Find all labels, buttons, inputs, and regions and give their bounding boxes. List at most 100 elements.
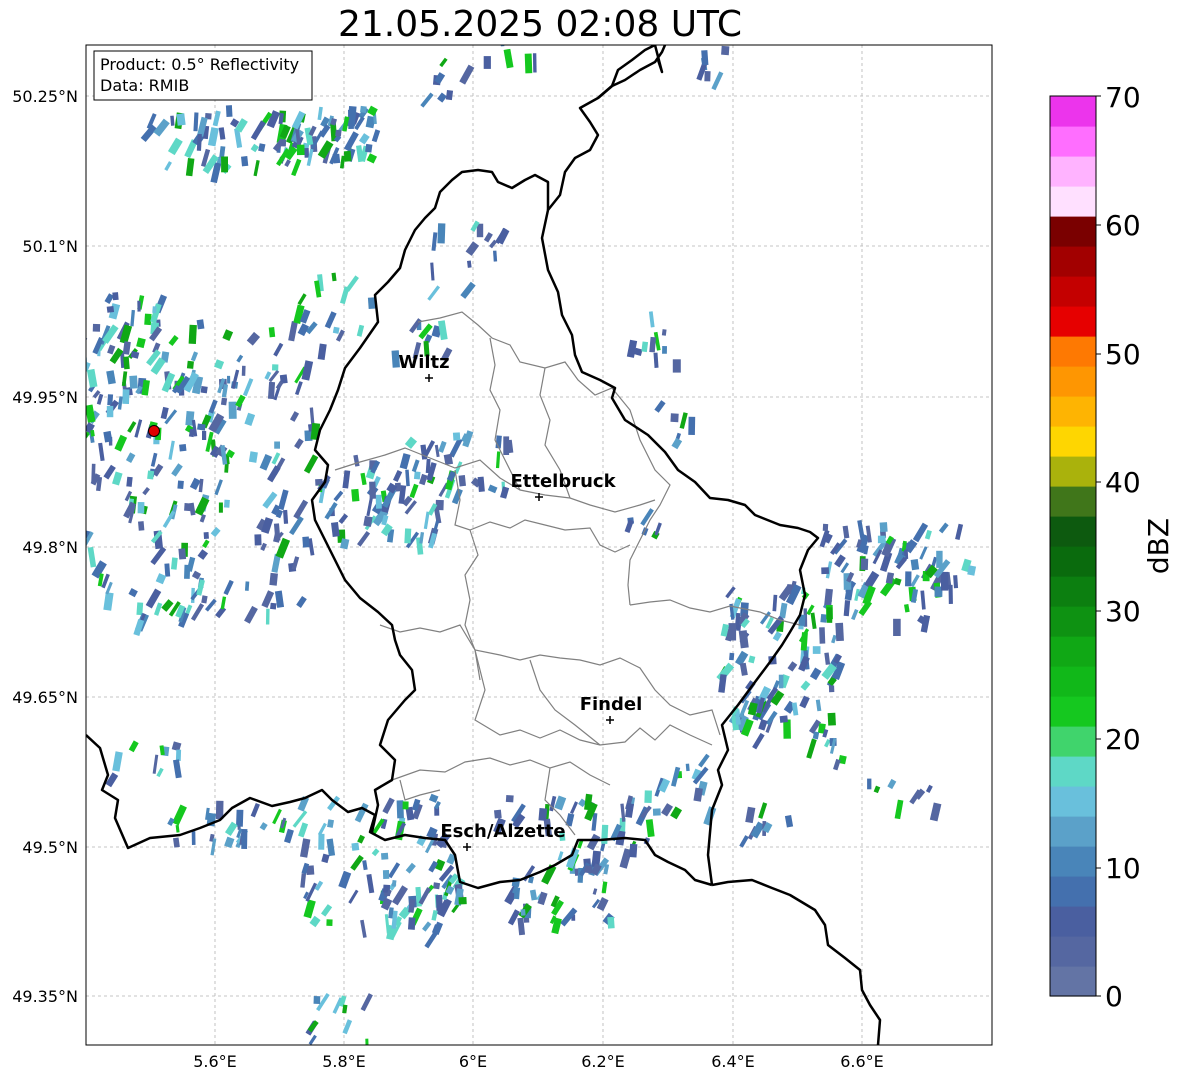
echo-cell (289, 516, 304, 536)
x-tick-label: 6.2°E (581, 1052, 625, 1071)
echo-cell (752, 732, 765, 750)
echo-cell (828, 685, 835, 693)
echo-cell (173, 837, 180, 848)
echo-cell (925, 784, 933, 794)
echo-cell (365, 1038, 369, 1045)
echo-cell (371, 129, 381, 143)
echo-cell (601, 881, 608, 894)
echo-cell (758, 802, 768, 819)
echo-cell (147, 470, 155, 480)
echo-cell (59, 564, 67, 578)
echo-cell (338, 513, 349, 525)
echo-cell (142, 487, 150, 496)
echo-cell (324, 311, 337, 329)
echo-cell (86, 404, 96, 423)
echo-cell (223, 499, 230, 508)
echo-cell (296, 596, 307, 608)
echo-cell (388, 862, 401, 879)
echo-cell (69, 337, 79, 353)
echo-cell (68, 411, 78, 422)
city-marker-findel[interactable]: Findel (580, 694, 643, 724)
echo-cell (893, 577, 902, 586)
echo-cell (112, 292, 119, 301)
echo-cell (905, 571, 912, 587)
echo-cell (106, 305, 115, 313)
city-label-ettelbruck: Ettelbruck (510, 471, 616, 492)
echo-cell (317, 106, 323, 121)
echo-cell (437, 223, 446, 244)
y-tick-label: 49.8°N (22, 538, 78, 557)
echo-cell (345, 275, 359, 292)
echo-cell (68, 510, 77, 527)
echo-cell (894, 799, 904, 820)
reflectivity-echoes (57, 45, 977, 1045)
echo-cell (873, 785, 881, 794)
echo-cell (269, 572, 278, 586)
echo-cell (130, 309, 135, 327)
radar-map[interactable]: Wiltz Ettelbruck Findel Esch/Alzette Pro… (0, 0, 1184, 1081)
echo-cell (219, 146, 226, 158)
city-marker-esch-alzette[interactable]: Esch/Alzette (440, 821, 566, 851)
echo-cell (199, 514, 206, 523)
echo-cell (106, 370, 116, 385)
echo-cell (430, 262, 435, 281)
echo-cell (270, 602, 277, 610)
y-tick-label: 49.35°N (12, 987, 78, 1006)
echo-cell (197, 423, 206, 431)
echo-cell (268, 369, 280, 383)
echo-cell (268, 327, 276, 338)
echo-cell (806, 738, 817, 759)
echo-cell (57, 332, 65, 344)
echo-cell (348, 889, 359, 904)
echo-cell (570, 801, 579, 815)
echo-cell (460, 281, 476, 299)
echo-cell (477, 476, 485, 492)
echo-cell (779, 715, 788, 723)
echo-cell (191, 831, 196, 845)
echo-cell (220, 596, 227, 610)
echo-cell (63, 353, 72, 364)
x-tick-label: 6.4°E (711, 1052, 755, 1071)
echo-cell (173, 759, 182, 779)
echo-cell (123, 356, 130, 370)
echo-cell (296, 144, 305, 156)
echo-cell (799, 695, 810, 709)
echo-cell (629, 843, 638, 858)
echo-cell (721, 45, 730, 56)
echo-cell (214, 359, 225, 370)
echo-cell (641, 341, 649, 353)
echo-cell (831, 634, 837, 644)
echo-cell (679, 412, 688, 429)
city-marker-wiltz[interactable]: Wiltz (398, 352, 450, 382)
echo-cell (439, 57, 448, 68)
echo-cell (125, 452, 136, 463)
echo-cell (274, 441, 280, 449)
echo-cell (214, 479, 223, 496)
echo-cell (175, 824, 180, 833)
echo-cell (938, 522, 949, 534)
echo-cell (81, 393, 85, 404)
echo-cell (284, 159, 291, 167)
echo-cell (824, 652, 831, 665)
echo-cell (106, 405, 114, 418)
echo-cell (779, 602, 788, 619)
echo-cell (955, 523, 964, 541)
radar-site-marker[interactable] (148, 425, 160, 437)
echo-cell (283, 509, 289, 524)
echo-cell (160, 406, 169, 420)
echo-cell (57, 360, 61, 371)
echo-cell (272, 808, 282, 825)
echo-cell (250, 120, 266, 141)
city-marker-ettelbruck[interactable]: Ettelbruck (510, 471, 617, 501)
echo-cell (259, 454, 273, 471)
echo-cell (196, 319, 205, 330)
echo-cell (114, 434, 128, 452)
echo-cell (360, 919, 367, 938)
echo-cell (273, 342, 284, 357)
echo-cell (350, 854, 364, 871)
echo-cell (178, 548, 187, 560)
echo-cell (196, 579, 205, 596)
echo-cell (318, 833, 325, 850)
echo-cell (685, 763, 690, 772)
echo-cell (107, 344, 116, 355)
